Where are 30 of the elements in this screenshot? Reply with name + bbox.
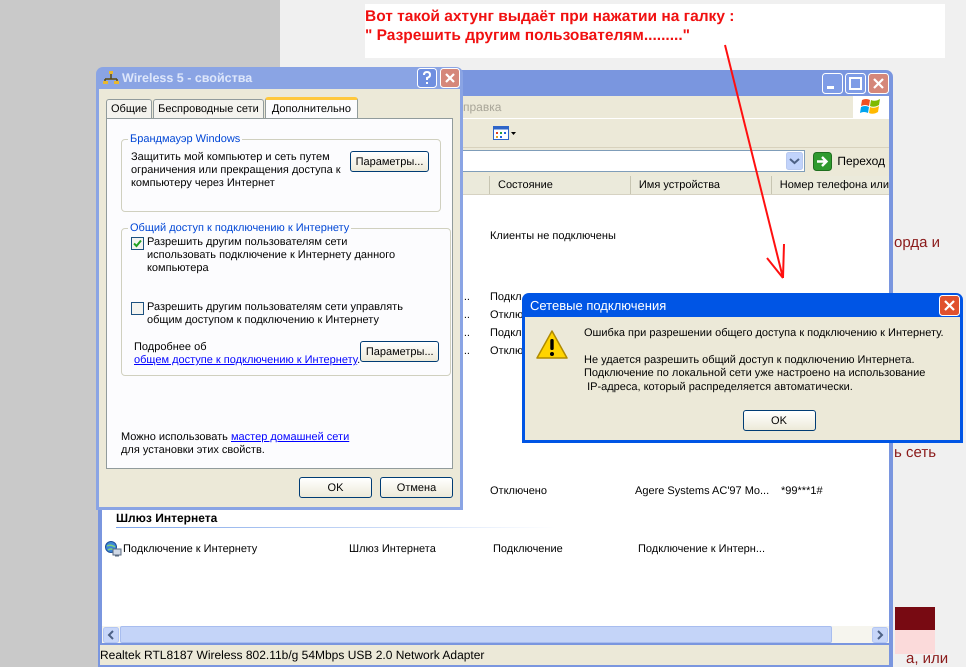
table-cell: ..	[464, 291, 470, 303]
page-text: а, или	[906, 650, 948, 667]
table-cell: Подключение к Интерн...	[638, 543, 766, 555]
table-cell: Отклю	[490, 309, 524, 321]
table-cell: Подкл	[490, 291, 522, 303]
table-cell: Клиенты не подключены	[490, 230, 616, 242]
table-cell: Подключение	[493, 543, 563, 555]
table-cell: Шлюз Интернета	[349, 543, 436, 555]
window-title: Сетевые подключения	[530, 298, 668, 312]
table-cell: Подкл	[490, 327, 522, 339]
error-message: Не удается разрешить общий доступ к подключению Интернета. Подключение по локальной сети уже настроено на использование IP-адреса, который распределяется автоматически.	[584, 354, 926, 394]
table-cell: ..	[464, 345, 470, 357]
footer-text: Можно использовать мастер домашней сети для установки этих свойств.	[121, 431, 350, 457]
window-title: Wireless 5 - свойства	[122, 71, 254, 85]
info-text: Подробнее об общем доступе к подключению к Интернету.	[134, 341, 360, 367]
table-cell: ..	[464, 327, 470, 339]
annotation-text: " Разрешить другим пользователям........."	[365, 26, 691, 45]
table-cell: Agere Systems AC'97 Mo...	[635, 485, 770, 497]
description-text: Защитить мой компьютер и сеть путем ограничения или прекращения доступа к компьютеру через Интернет	[131, 151, 341, 190]
group-title: Брандмауэр Windows	[129, 133, 242, 145]
annotation-text: Вот такой ахтунг выдаёт при нажатии на галку :	[365, 7, 736, 26]
table-cell: *99***1#	[781, 485, 823, 497]
page-text: орда и	[894, 234, 940, 251]
table-cell: Отключено	[490, 485, 547, 497]
table-cell: ..	[464, 309, 470, 321]
group-title: Общий доступ к подключению к Интернету	[129, 222, 350, 234]
status-text: Realtek RTL8187 Wireless 802.11b/g 54Mbps USB 2.0 Network Adapter	[100, 648, 484, 662]
page-text: ь сеть	[894, 444, 936, 461]
table-cell: Отклю	[490, 345, 524, 357]
error-heading: Ошибка при разрешении общего доступа к подключению к Интернету.	[584, 327, 944, 340]
